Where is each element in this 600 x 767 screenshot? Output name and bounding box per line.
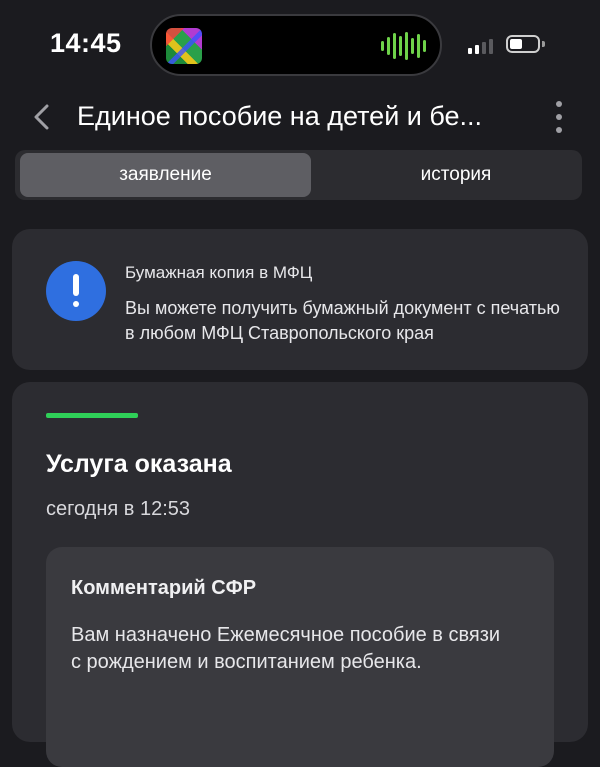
page-title: Единое пособие на детей и бе... xyxy=(77,101,483,131)
battery-tip xyxy=(542,41,545,47)
notice-text: Вы можете получить бумажный документ с п… xyxy=(125,298,560,343)
battery-icon xyxy=(506,35,540,53)
status-title: Услуга оказана xyxy=(46,450,232,478)
comment-title: Комментарий СФР xyxy=(71,577,257,599)
tab-history[interactable]: история xyxy=(311,153,600,197)
nav-bar: Единое пособие на детей и бе... xyxy=(0,95,600,139)
status-time: сегодня в 12:53 xyxy=(46,498,190,520)
dynamic-island[interactable] xyxy=(150,14,442,76)
comment-box: Комментарий СФР Вам назначено Ежемесячно… xyxy=(46,547,554,767)
cellular-signal-icon xyxy=(468,38,493,54)
status-card: Услуга оказана сегодня в 12:53 Комментар… xyxy=(12,382,588,767)
status-accent-line xyxy=(46,413,138,418)
album-art xyxy=(166,28,202,64)
more-options-icon[interactable] xyxy=(553,101,565,133)
back-chevron-icon[interactable] xyxy=(30,103,56,131)
tab-application[interactable]: заявление xyxy=(20,153,311,197)
exclamation-circle-icon xyxy=(46,261,106,321)
segmented-control: заявление история xyxy=(15,150,582,200)
status-bar: 14:45 xyxy=(0,0,600,90)
clock: 14:45 xyxy=(50,28,122,58)
comment-text: Вам назначено Ежемесячное пособие в связ… xyxy=(71,624,501,673)
waveform-icon xyxy=(381,32,426,60)
notice-title: Бумажная копия в МФЦ xyxy=(125,263,313,282)
notice-card: Бумажная копия в МФЦ Вы можете получить … xyxy=(12,229,588,370)
